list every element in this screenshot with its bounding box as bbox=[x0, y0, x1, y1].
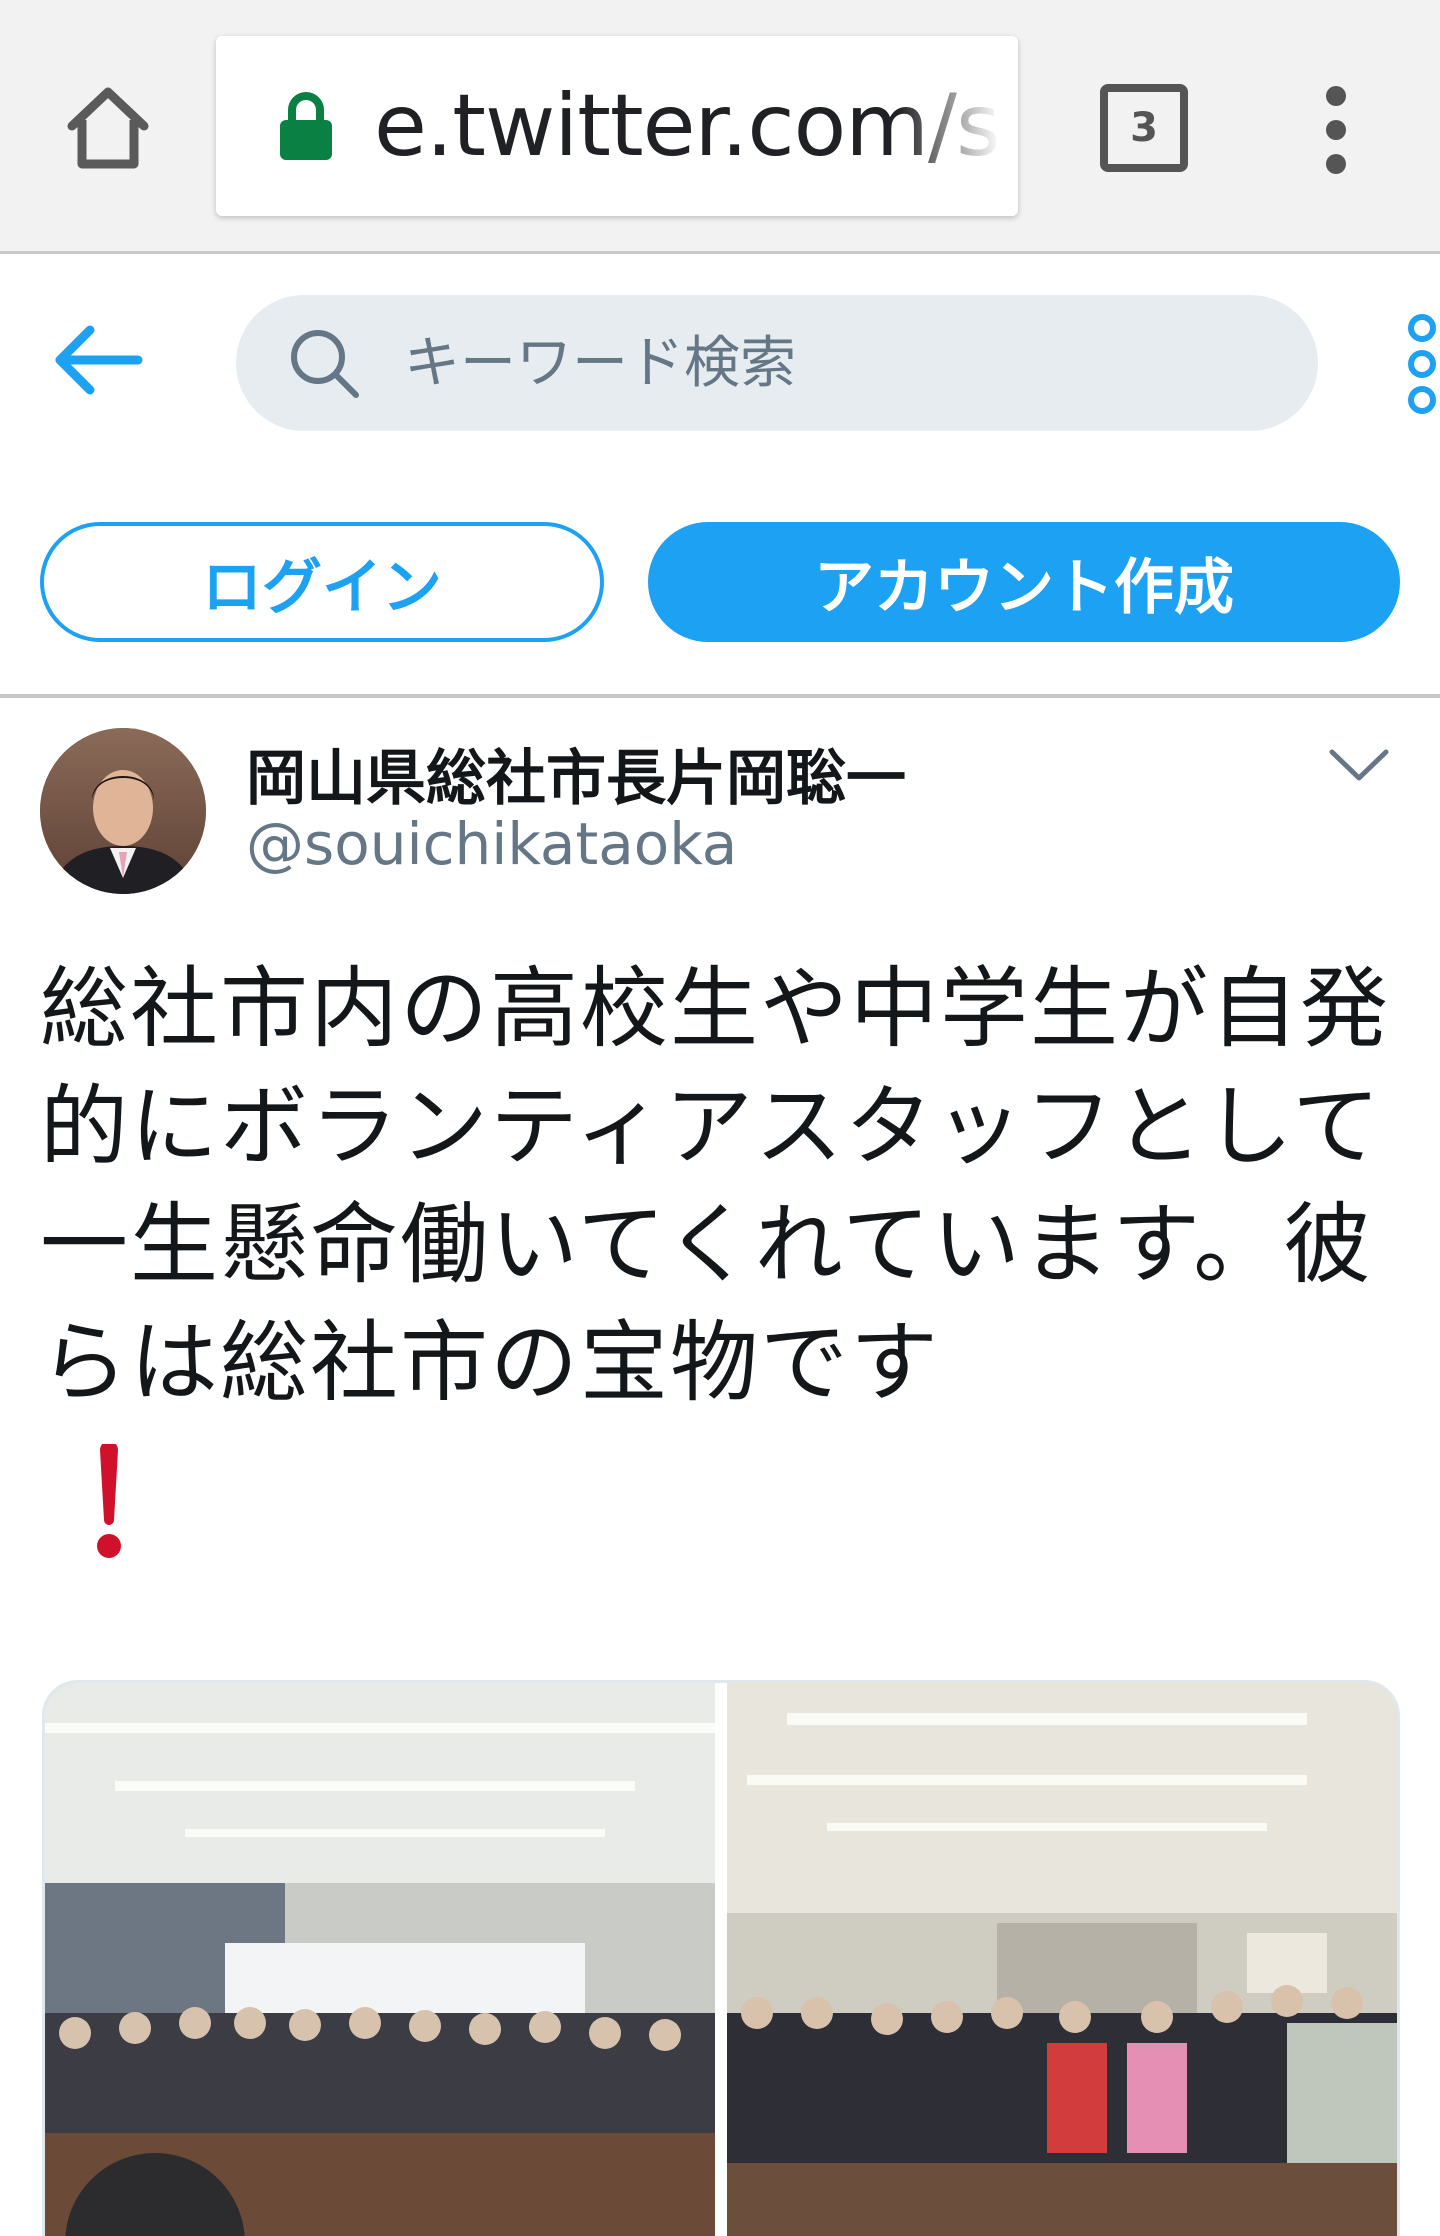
url-fade bbox=[898, 36, 1018, 216]
author-handle[interactable]: @souichikataoka bbox=[246, 810, 737, 878]
search-icon bbox=[288, 327, 360, 399]
tabs-icon[interactable]: 3 bbox=[1100, 84, 1188, 172]
more-icon[interactable] bbox=[1398, 312, 1440, 416]
tweet-media[interactable] bbox=[42, 1680, 1400, 2236]
tweet-photo[interactable] bbox=[727, 1683, 1397, 2236]
search-input[interactable] bbox=[404, 319, 1264, 407]
signup-button[interactable]: アカウント作成 bbox=[648, 522, 1400, 642]
login-button[interactable]: ログイン bbox=[40, 522, 604, 642]
home-icon[interactable] bbox=[62, 82, 154, 174]
search-box[interactable] bbox=[236, 295, 1318, 431]
divider bbox=[0, 694, 1440, 698]
avatar[interactable] bbox=[40, 728, 206, 894]
address-bar[interactable]: e.twitter.com/s bbox=[216, 36, 1018, 216]
tweet-photo[interactable] bbox=[45, 1683, 715, 2236]
back-arrow-icon[interactable] bbox=[50, 320, 146, 400]
chevron-down-icon[interactable] bbox=[1326, 740, 1392, 790]
browser-toolbar: e.twitter.com/s 3 bbox=[0, 0, 1440, 254]
exclamation-emoji bbox=[96, 1441, 122, 1560]
tweet-text: 総社市内の高校生や中学生が自発的にボランティアスタッフとして一生懸命働いてくれて… bbox=[40, 957, 1391, 1414]
lock-icon bbox=[278, 90, 334, 162]
overflow-menu-icon[interactable] bbox=[1310, 82, 1362, 178]
author-name[interactable]: 岡山県総社市長片岡聡一 bbox=[246, 730, 906, 817]
